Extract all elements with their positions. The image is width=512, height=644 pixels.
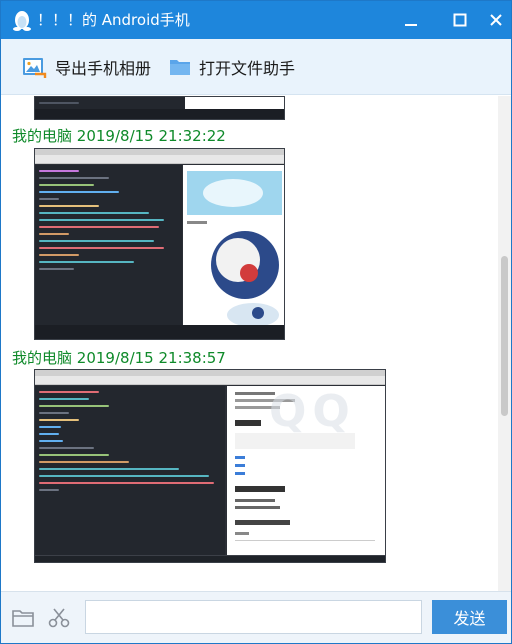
editor-pane bbox=[35, 386, 225, 556]
folder-icon bbox=[170, 60, 190, 75]
input-bar: 发送 bbox=[1, 591, 511, 643]
editor-pane bbox=[35, 165, 182, 331]
open-file-assistant-label: 打开文件助手 bbox=[199, 59, 296, 78]
toolbar: 导出手机相册 打开文件助手 bbox=[1, 39, 511, 95]
export-album-button[interactable]: 导出手机相册 bbox=[21, 53, 151, 81]
app-menubar bbox=[35, 376, 385, 385]
chat-history[interactable]: 我的电脑 2019/8/15 21:32:22 我的电脑 2019/8/15 2… bbox=[1, 96, 498, 591]
taskbar bbox=[35, 109, 284, 119]
chat-scrollbar[interactable] bbox=[498, 96, 511, 591]
message-header: 我的电脑 2019/8/15 21:38:57 bbox=[12, 347, 226, 368]
close-button[interactable] bbox=[481, 5, 511, 35]
open-file-assistant-button[interactable]: 打开文件助手 bbox=[169, 53, 295, 81]
message-image[interactable] bbox=[34, 148, 285, 340]
folder-icon[interactable] bbox=[11, 607, 35, 629]
message-input[interactable] bbox=[85, 600, 422, 634]
send-button[interactable]: 发送 bbox=[432, 600, 507, 634]
minimize-button[interactable] bbox=[396, 5, 426, 35]
app-menubar bbox=[35, 155, 284, 164]
message-header: 我的电脑 2019/8/15 21:32:22 bbox=[12, 125, 226, 146]
title-bar: ！！！的 Android手机 bbox=[1, 1, 511, 39]
message-time: 2019/8/15 21:32:22 bbox=[76, 127, 226, 145]
window-title: ！！！的 Android手机 bbox=[37, 11, 190, 29]
image-export-icon bbox=[23, 58, 47, 78]
message-sender: 我的电脑 bbox=[12, 127, 73, 145]
preview-pane bbox=[183, 165, 284, 331]
scissors-icon[interactable] bbox=[47, 607, 71, 629]
message-image-previous[interactable] bbox=[34, 96, 285, 120]
export-album-label: 导出手机相册 bbox=[55, 59, 152, 78]
taskbar bbox=[35, 325, 284, 339]
chat-window: ！！！的 Android手机 导出手机相册 打开文件助手 我的电脑 2019/8… bbox=[0, 0, 512, 644]
maximize-button[interactable] bbox=[445, 5, 475, 35]
status-bar bbox=[35, 555, 385, 562]
maximize-icon bbox=[453, 13, 467, 27]
anime-illustration bbox=[187, 171, 282, 327]
qq-penguin-icon bbox=[13, 11, 31, 31]
message-time: 2019/8/15 21:38:57 bbox=[76, 349, 226, 367]
message-sender: 我的电脑 bbox=[12, 349, 73, 367]
minimize-icon bbox=[405, 24, 417, 26]
close-icon bbox=[490, 14, 502, 26]
qq-watermark: QQ bbox=[269, 386, 356, 437]
scroll-thumb[interactable] bbox=[501, 256, 508, 416]
